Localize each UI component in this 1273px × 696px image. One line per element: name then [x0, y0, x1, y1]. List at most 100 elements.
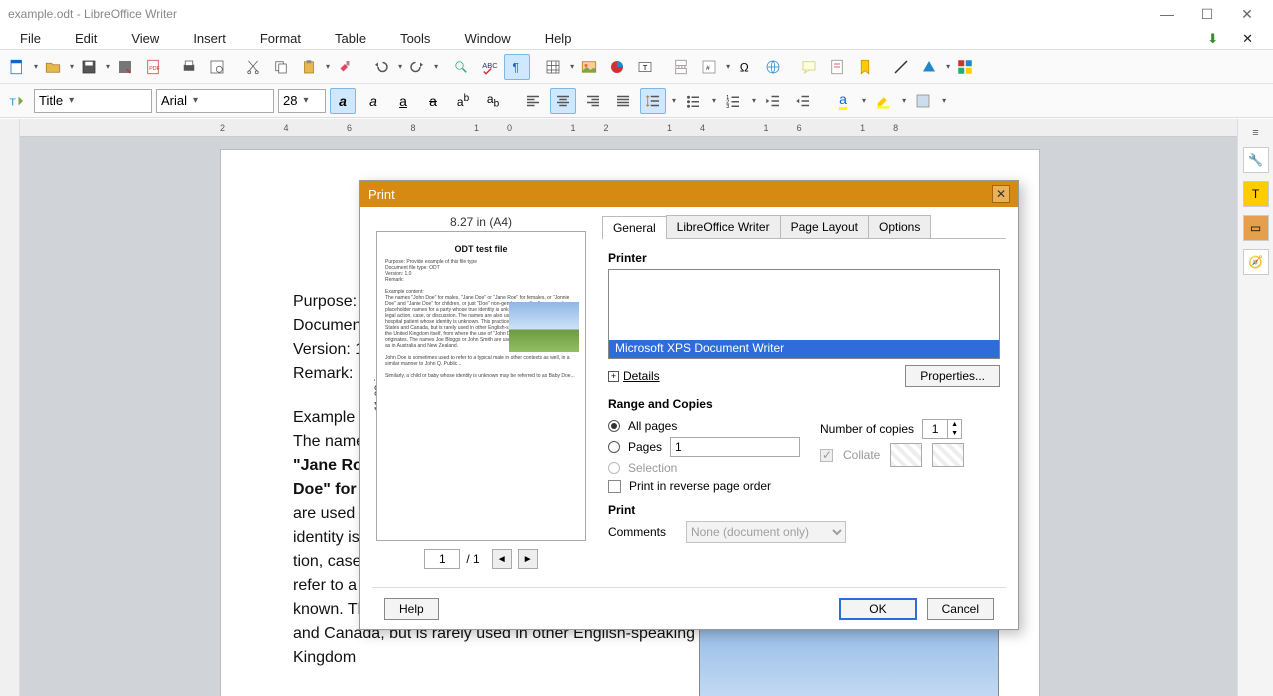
update-icon[interactable]: ⬇: [1199, 29, 1226, 49]
menu-file[interactable]: File: [4, 29, 57, 48]
subscript-button[interactable]: ab: [480, 88, 506, 114]
font-name-combo[interactable]: Arial▾: [156, 89, 274, 113]
underline-button[interactable]: a: [390, 88, 416, 114]
save-as-button[interactable]: [112, 54, 138, 80]
preview-prev-button[interactable]: ◄: [492, 549, 512, 569]
show-draw-functions-button[interactable]: [952, 54, 978, 80]
align-center-button[interactable]: [550, 88, 576, 114]
close-window-button[interactable]: ✕: [1227, 2, 1267, 26]
font-size-combo[interactable]: 28▾: [278, 89, 326, 113]
find-replace-button[interactable]: [448, 54, 474, 80]
special-char-button[interactable]: Ω: [732, 54, 758, 80]
printer-details-toggle[interactable]: + Details: [608, 369, 660, 383]
font-color-button[interactable]: a: [830, 88, 856, 114]
sidebar-gallery-icon[interactable]: ▭: [1243, 215, 1269, 241]
menu-format[interactable]: Format: [244, 29, 317, 48]
preview-image-icon: [509, 302, 579, 352]
horizontal-ruler[interactable]: 2 4 6 8 10 12 14 16 18: [20, 119, 1237, 137]
preview-next-button[interactable]: ►: [518, 549, 538, 569]
align-left-button[interactable]: [520, 88, 546, 114]
strikethrough-button[interactable]: a: [420, 88, 446, 114]
printer-properties-button[interactable]: Properties...: [905, 365, 1000, 387]
standard-toolbar: ▾ ▾ ▾ PDF ▾ ▾ ▾ ABC ¶ ▾ T #▾ Ω ▾: [0, 50, 1273, 84]
ok-button[interactable]: OK: [839, 598, 916, 620]
formatting-marks-button[interactable]: ¶: [504, 54, 530, 80]
printer-list[interactable]: Microsoft XPS Document Writer: [608, 269, 1000, 359]
align-right-button[interactable]: [580, 88, 606, 114]
cancel-button[interactable]: Cancel: [927, 598, 994, 620]
open-button[interactable]: [40, 54, 66, 80]
menu-table[interactable]: Table: [319, 29, 382, 48]
menu-tools[interactable]: Tools: [384, 29, 446, 48]
paragraph-style-combo[interactable]: Title▾: [34, 89, 152, 113]
redo-button[interactable]: [404, 54, 430, 80]
insert-field-button[interactable]: #: [696, 54, 722, 80]
dialog-titlebar[interactable]: Print ✕: [360, 181, 1018, 207]
tab-options[interactable]: Options: [868, 215, 931, 238]
sidebar-styles-icon[interactable]: T: [1243, 181, 1269, 207]
new-doc-button[interactable]: [4, 54, 30, 80]
copies-input[interactable]: [923, 422, 947, 436]
paste-button[interactable]: [296, 54, 322, 80]
dialog-close-button[interactable]: ✕: [992, 185, 1010, 203]
radio-all-pages[interactable]: [608, 420, 620, 432]
printer-section-label: Printer: [608, 251, 1000, 265]
menu-help[interactable]: Help: [529, 29, 588, 48]
superscript-button[interactable]: ab: [450, 88, 476, 114]
italic-button[interactable]: a: [360, 88, 386, 114]
insert-bookmark-button[interactable]: [852, 54, 878, 80]
minimize-button[interactable]: ―: [1147, 2, 1187, 26]
bullet-list-button[interactable]: [680, 88, 706, 114]
paragraph-bg-button[interactable]: [910, 88, 936, 114]
format-paintbrush-button[interactable]: [332, 54, 358, 80]
tab-page-layout[interactable]: Page Layout: [780, 215, 869, 238]
export-pdf-button[interactable]: PDF: [140, 54, 166, 80]
styles-button[interactable]: T: [4, 88, 30, 114]
insert-image-button[interactable]: [576, 54, 602, 80]
open-dropdown[interactable]: ▾: [68, 62, 74, 71]
menu-edit[interactable]: Edit: [59, 29, 113, 48]
save-button[interactable]: [76, 54, 102, 80]
number-list-button[interactable]: 123: [720, 88, 746, 114]
line-spacing-button[interactable]: [640, 88, 666, 114]
tab-general[interactable]: General: [602, 216, 667, 239]
copies-spinner[interactable]: ▲▼: [922, 419, 962, 439]
bold-button[interactable]: a: [330, 88, 356, 114]
decrease-indent-button[interactable]: [790, 88, 816, 114]
menu-insert[interactable]: Insert: [177, 29, 242, 48]
sidebar-properties-icon[interactable]: 🔧: [1243, 147, 1269, 173]
basic-shapes-button[interactable]: [916, 54, 942, 80]
print-button[interactable]: [176, 54, 202, 80]
menu-window[interactable]: Window: [448, 29, 526, 48]
new-doc-dropdown[interactable]: ▾: [32, 62, 38, 71]
insert-chart-button[interactable]: [604, 54, 630, 80]
printer-selected-item[interactable]: Microsoft XPS Document Writer: [609, 340, 999, 358]
help-button[interactable]: Help: [384, 598, 439, 620]
copy-button[interactable]: [268, 54, 294, 80]
spellcheck-button[interactable]: ABC: [476, 54, 502, 80]
menu-view[interactable]: View: [115, 29, 175, 48]
track-changes-button[interactable]: [824, 54, 850, 80]
highlight-button[interactable]: [870, 88, 896, 114]
insert-comment-button[interactable]: [796, 54, 822, 80]
radio-pages[interactable]: [608, 441, 620, 453]
print-preview-button[interactable]: [204, 54, 230, 80]
preview-page-input[interactable]: [424, 549, 460, 569]
close-doc-icon[interactable]: ✕: [1234, 29, 1261, 49]
tab-writer[interactable]: LibreOffice Writer: [666, 215, 781, 238]
sidebar-toggle-icon[interactable]: ≡: [1252, 127, 1258, 139]
increase-indent-button[interactable]: [760, 88, 786, 114]
insert-line-button[interactable]: [888, 54, 914, 80]
page-break-button[interactable]: [668, 54, 694, 80]
insert-table-button[interactable]: [540, 54, 566, 80]
justify-button[interactable]: [610, 88, 636, 114]
comments-combo: None (document only): [686, 521, 846, 543]
hyperlink-button[interactable]: [760, 54, 786, 80]
reverse-order-checkbox[interactable]: [608, 480, 621, 493]
undo-button[interactable]: [368, 54, 394, 80]
cut-button[interactable]: [240, 54, 266, 80]
maximize-button[interactable]: ☐: [1187, 2, 1227, 26]
sidebar-navigator-icon[interactable]: 🧭: [1243, 249, 1269, 275]
insert-textbox-button[interactable]: T: [632, 54, 658, 80]
pages-input[interactable]: [670, 437, 800, 457]
